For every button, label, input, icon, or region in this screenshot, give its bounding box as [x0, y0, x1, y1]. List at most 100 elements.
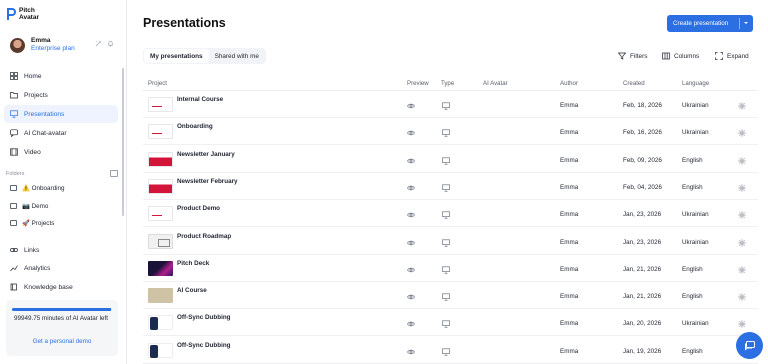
- eye-icon[interactable]: [407, 157, 415, 165]
- gear-icon[interactable]: [738, 211, 746, 219]
- sidebar-item-projects[interactable]: Projects: [4, 86, 118, 104]
- app-logo[interactable]: Pitch Avatar: [6, 7, 39, 21]
- folder-item-projects[interactable]: 🚀 Projects: [10, 216, 54, 230]
- monitor-icon: [442, 211, 450, 219]
- table-row[interactable]: Internal Course Emma Feb, 18, 2026 Ukrai…: [143, 91, 758, 118]
- folder-icon: [10, 185, 17, 191]
- monitor-icon: [442, 320, 450, 329]
- table-row[interactable]: Newsletter February Emma Feb, 04, 2026 E…: [143, 173, 758, 200]
- project-name[interactable]: Product Roadmap: [177, 233, 231, 240]
- eye-icon[interactable]: [407, 348, 415, 356]
- presentation-tabs: My presentations Shared with me: [143, 48, 266, 64]
- eye-icon[interactable]: [407, 184, 415, 192]
- project-name[interactable]: Off-Sync Dubbing: [177, 342, 231, 349]
- sidebar-item-knowledge-base[interactable]: Knowledge base: [4, 278, 118, 296]
- sidebar-item-home[interactable]: Home: [4, 67, 118, 85]
- gear-icon[interactable]: [738, 157, 746, 165]
- tab-my-presentations[interactable]: My presentations: [144, 49, 209, 63]
- project-thumbnail[interactable]: [148, 260, 173, 276]
- chevron-down-icon[interactable]: [744, 22, 748, 24]
- link-icon: [10, 246, 18, 254]
- personal-demo-link[interactable]: Get a personal demo: [6, 338, 118, 345]
- table-row[interactable]: Pitch Deck Emma Jan, 21, 2026 English: [143, 255, 758, 282]
- column-header-preview[interactable]: Preview: [407, 80, 429, 87]
- folder-item-onboarding[interactable]: ⚠️ Onboarding: [10, 181, 65, 195]
- gear-icon[interactable]: [738, 184, 746, 192]
- gear-icon[interactable]: [738, 266, 746, 274]
- project-name[interactable]: AI Course: [177, 287, 207, 294]
- bell-icon[interactable]: [107, 40, 114, 49]
- project-thumbnail[interactable]: [148, 315, 173, 331]
- sidebar-scrollbar[interactable]: [122, 68, 124, 216]
- column-header-language[interactable]: Language: [682, 80, 709, 87]
- expand-button[interactable]: Expand: [715, 50, 749, 62]
- sidebar-item-ai-chat-avatar[interactable]: AI Chat-avatar: [4, 124, 118, 142]
- tab-shared-with-me[interactable]: Shared with me: [209, 49, 265, 63]
- eye-icon[interactable]: [407, 293, 415, 301]
- table-row[interactable]: Off-Sync Dubbing Emma Jan, 19, 2026 Engl…: [143, 337, 758, 364]
- column-header-ai-avatar[interactable]: AI Avatar: [483, 80, 508, 87]
- gear-icon[interactable]: [738, 293, 746, 301]
- user-profile[interactable]: Emma Enterprise plan: [10, 37, 118, 53]
- folder-item-demo[interactable]: 📷 Demo: [10, 199, 48, 213]
- table-row[interactable]: Product Demo Emma Jan, 23, 2026 Ukrainia…: [143, 200, 758, 228]
- project-thumbnail[interactable]: [148, 151, 173, 167]
- created-date: Jan, 23, 2026: [623, 238, 662, 246]
- gear-icon[interactable]: [738, 320, 746, 328]
- created-date: Jan, 21, 2026: [623, 293, 662, 301]
- table-row[interactable]: Onboarding Emma Feb, 16, 2026 Ukrainian: [143, 118, 758, 146]
- project-thumbnail[interactable]: [148, 288, 173, 304]
- created-date: Feb, 04, 2026: [623, 183, 662, 191]
- eye-icon[interactable]: [407, 129, 415, 137]
- author-name: Emma: [560, 238, 579, 246]
- eye-icon[interactable]: [407, 211, 415, 219]
- column-header-author[interactable]: Author: [560, 80, 578, 87]
- project-name[interactable]: Off-Sync Dubbing: [177, 314, 231, 321]
- project-name[interactable]: Product Demo: [177, 205, 220, 212]
- project-thumbnail[interactable]: [148, 342, 173, 358]
- sidebar-item-video[interactable]: Video: [4, 143, 118, 161]
- column-header-project[interactable]: Project: [148, 80, 167, 87]
- support-chat-button[interactable]: [736, 332, 763, 359]
- gear-icon[interactable]: [738, 239, 746, 247]
- project-name[interactable]: Onboarding: [177, 123, 213, 130]
- sidebar-item-analytics[interactable]: Analytics: [4, 259, 118, 277]
- filters-button[interactable]: Filters: [618, 50, 647, 62]
- project-thumbnail[interactable]: [148, 206, 173, 222]
- project-name[interactable]: Newsletter February: [177, 178, 238, 185]
- grid-icon: [10, 72, 18, 80]
- gear-icon[interactable]: [738, 102, 746, 110]
- table-row[interactable]: Product Roadmap Emma Jan, 23, 2026 Ukrai…: [143, 228, 758, 255]
- magic-wand-icon[interactable]: [95, 40, 102, 49]
- column-header-type[interactable]: Type: [441, 80, 454, 87]
- project-thumbnail[interactable]: [148, 124, 173, 140]
- gear-icon[interactable]: [738, 129, 746, 137]
- language: Ukrainian: [682, 129, 709, 137]
- user-plan[interactable]: Enterprise plan: [31, 45, 75, 53]
- column-header-created[interactable]: Created: [623, 80, 645, 87]
- language: Ukrainian: [682, 102, 709, 109]
- create-presentation-button[interactable]: Create presentation: [667, 15, 753, 32]
- eye-icon[interactable]: [407, 266, 415, 274]
- add-folder-icon[interactable]: [110, 170, 118, 177]
- monitor-icon: [442, 293, 450, 301]
- project-thumbnail[interactable]: [148, 178, 173, 194]
- sidebar-item-presentations[interactable]: Presentations: [4, 105, 118, 123]
- eye-icon[interactable]: [407, 102, 415, 110]
- eye-icon[interactable]: [407, 239, 415, 247]
- eye-icon[interactable]: [407, 320, 415, 328]
- sidebar-item-label: Knowledge base: [24, 283, 73, 291]
- columns-button[interactable]: Columns: [662, 50, 699, 62]
- project-thumbnail[interactable]: [148, 233, 173, 249]
- minutes-progress-fill: [12, 308, 111, 311]
- author-name: Emma: [560, 347, 579, 355]
- project-thumbnail[interactable]: [148, 97, 173, 112]
- project-name[interactable]: Pitch Deck: [177, 260, 209, 267]
- table-row[interactable]: Newsletter January Emma Feb, 09, 2026 En…: [143, 146, 758, 173]
- project-name[interactable]: Internal Course: [177, 96, 223, 103]
- sidebar-item-links[interactable]: Links: [4, 241, 118, 259]
- author-name: Emma: [560, 320, 579, 328]
- table-row[interactable]: Off-Sync Dubbing Emma Jan, 20, 2026 Ukra…: [143, 309, 758, 337]
- table-row[interactable]: AI Course Emma Jan, 21, 2026 English: [143, 282, 758, 310]
- project-name[interactable]: Newsletter January: [177, 151, 235, 158]
